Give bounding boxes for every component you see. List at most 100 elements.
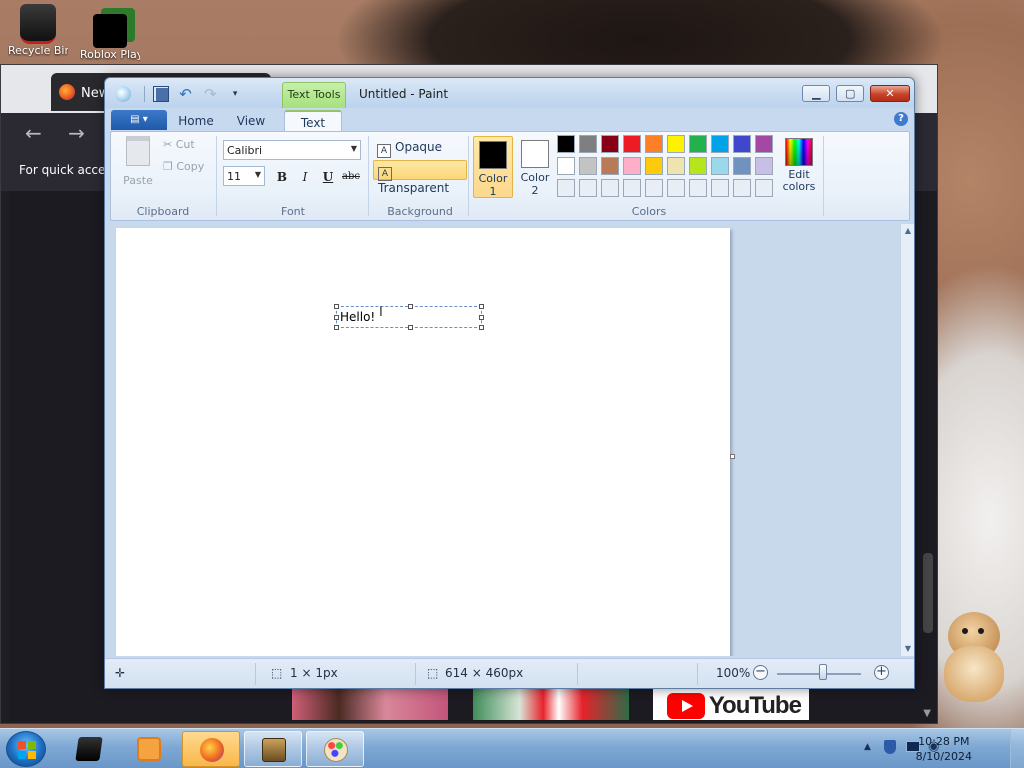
palette-swatch[interactable] — [755, 157, 773, 175]
underline-button[interactable]: U — [317, 166, 339, 186]
canvas-resize-handle[interactable] — [730, 454, 735, 459]
palette-swatch[interactable] — [645, 135, 663, 153]
desktop-icon-roblox[interactable]: Roblox Player — [80, 14, 140, 61]
resize-handle[interactable] — [408, 304, 413, 309]
resize-handle[interactable] — [408, 325, 413, 330]
taskbar-the-box[interactable] — [244, 731, 302, 767]
undo-icon[interactable]: ↶ — [177, 86, 193, 102]
palette-swatch[interactable] — [645, 157, 663, 175]
canvas-text[interactable]: Hello! — [340, 310, 375, 324]
palette-swatch[interactable] — [689, 157, 707, 175]
scroll-down-icon[interactable]: ▼ — [923, 708, 931, 719]
palette-swatch[interactable] — [711, 135, 729, 153]
minimize-button[interactable]: ▁ — [802, 85, 831, 102]
palette-swatch[interactable] — [601, 157, 619, 175]
start-button[interactable] — [6, 731, 46, 767]
thumbnail-pixel[interactable] — [473, 688, 629, 720]
forward-icon[interactable]: → — [68, 121, 85, 145]
back-icon[interactable]: ← — [25, 121, 42, 145]
zoom-slider-thumb[interactable] — [819, 664, 828, 680]
palette-swatch[interactable] — [579, 157, 597, 175]
zoom-out-button[interactable]: − — [753, 665, 768, 680]
browser-scrollbar[interactable] — [921, 193, 937, 703]
save-icon[interactable] — [152, 86, 169, 102]
palette-swatch-empty[interactable] — [711, 179, 729, 197]
palette-swatch-empty[interactable] — [623, 179, 641, 197]
palette-swatch-empty[interactable] — [601, 179, 619, 197]
color-1-label: Color — [478, 172, 508, 185]
palette-swatch-empty[interactable] — [733, 179, 751, 197]
palette-swatch[interactable] — [601, 135, 619, 153]
thumbnail-youtube[interactable]: YouTube — [653, 688, 809, 720]
taskbar-terminal[interactable] — [60, 731, 118, 767]
taskbar-media-player[interactable] — [120, 731, 178, 767]
customize-qat-icon[interactable]: ▾ — [227, 86, 243, 102]
resize-handle[interactable] — [334, 315, 339, 320]
resize-handle[interactable] — [334, 304, 339, 309]
resize-handle[interactable] — [479, 304, 484, 309]
palette-swatch-empty[interactable] — [645, 179, 663, 197]
copy-button[interactable]: ❐ Copy — [163, 160, 204, 173]
palette-swatch[interactable] — [623, 135, 641, 153]
hamster-desktop-pet[interactable] — [938, 606, 1008, 706]
taskbar-paint[interactable] — [306, 731, 364, 767]
text-box[interactable]: Hello! I — [334, 304, 484, 330]
font-size-select[interactable]: 11 ▼ — [223, 166, 265, 186]
palette-swatch-empty[interactable] — [557, 179, 575, 197]
group-label-font: Font — [281, 205, 305, 218]
color-1-button[interactable]: Color 1 — [473, 136, 513, 198]
show-hidden-icons-icon[interactable]: ▲ — [864, 742, 871, 752]
vertical-scrollbar[interactable]: ▲ ▼ — [900, 224, 914, 656]
tab-home[interactable]: Home — [171, 110, 221, 132]
transparent-option[interactable]: ATransparent — [373, 160, 467, 195]
title-bar[interactable]: ↶ ↷ ▾ Text Tools Untitled - Paint ▁ ▢ ✕ — [105, 78, 914, 108]
browser-thumbnails: YouTube — [292, 688, 812, 720]
drawing-canvas[interactable]: Hello! I — [116, 228, 730, 656]
palette-swatch[interactable] — [733, 157, 751, 175]
maximize-button[interactable]: ▢ — [836, 85, 865, 102]
palette-swatch[interactable] — [755, 135, 773, 153]
palette-swatch-empty[interactable] — [755, 179, 773, 197]
scrollbar-thumb[interactable] — [923, 553, 933, 633]
palette-swatch-empty[interactable] — [579, 179, 597, 197]
cut-button[interactable]: ✂ Cut — [163, 138, 195, 151]
security-shield-icon[interactable] — [884, 740, 896, 754]
palette-swatch[interactable] — [579, 135, 597, 153]
palette-swatch[interactable] — [667, 157, 685, 175]
redo-icon[interactable]: ↷ — [202, 86, 218, 102]
thumbnail-people[interactable] — [292, 688, 448, 720]
zoom-in-button[interactable]: + — [874, 665, 889, 680]
show-desktop-button[interactable] — [1010, 729, 1024, 768]
help-icon[interactable]: ? — [894, 112, 908, 126]
scroll-down-icon[interactable]: ▼ — [901, 642, 915, 656]
color-2-button[interactable]: Color 2 — [515, 136, 555, 198]
paste-button[interactable]: Paste — [119, 136, 157, 187]
status-separator — [697, 663, 698, 685]
palette-swatch[interactable] — [667, 135, 685, 153]
italic-button[interactable]: I — [294, 166, 316, 186]
paint-menu-button[interactable]: ▤ ▾ — [111, 110, 167, 130]
tab-text[interactable]: Text — [284, 110, 342, 132]
opaque-option[interactable]: A Opaque — [373, 138, 446, 158]
palette-swatch-empty[interactable] — [689, 179, 707, 197]
edit-colors-button[interactable]: Edit colors — [779, 136, 819, 193]
scroll-up-icon[interactable]: ▲ — [901, 224, 915, 238]
resize-handle[interactable] — [334, 325, 339, 330]
strikethrough-button[interactable]: abc — [340, 166, 362, 186]
palette-swatch[interactable] — [711, 157, 729, 175]
palette-swatch[interactable] — [623, 157, 641, 175]
bold-button[interactable]: B — [271, 166, 293, 186]
palette-swatch[interactable] — [689, 135, 707, 153]
clock[interactable]: 10:28 PM 8/10/2024 — [916, 734, 972, 764]
palette-swatch-empty[interactable] — [667, 179, 685, 197]
palette-swatch[interactable] — [557, 135, 575, 153]
resize-handle[interactable] — [479, 325, 484, 330]
tab-view[interactable]: View — [225, 110, 277, 132]
palette-swatch[interactable] — [557, 157, 575, 175]
taskbar-firefox[interactable] — [182, 731, 240, 767]
close-button[interactable]: ✕ — [870, 85, 910, 102]
font-family-select[interactable]: Calibri ▼ — [223, 140, 361, 160]
desktop-icon-recycle-bin[interactable]: Recycle Bin — [8, 4, 68, 57]
palette-swatch[interactable] — [733, 135, 751, 153]
resize-handle[interactable] — [479, 315, 484, 320]
